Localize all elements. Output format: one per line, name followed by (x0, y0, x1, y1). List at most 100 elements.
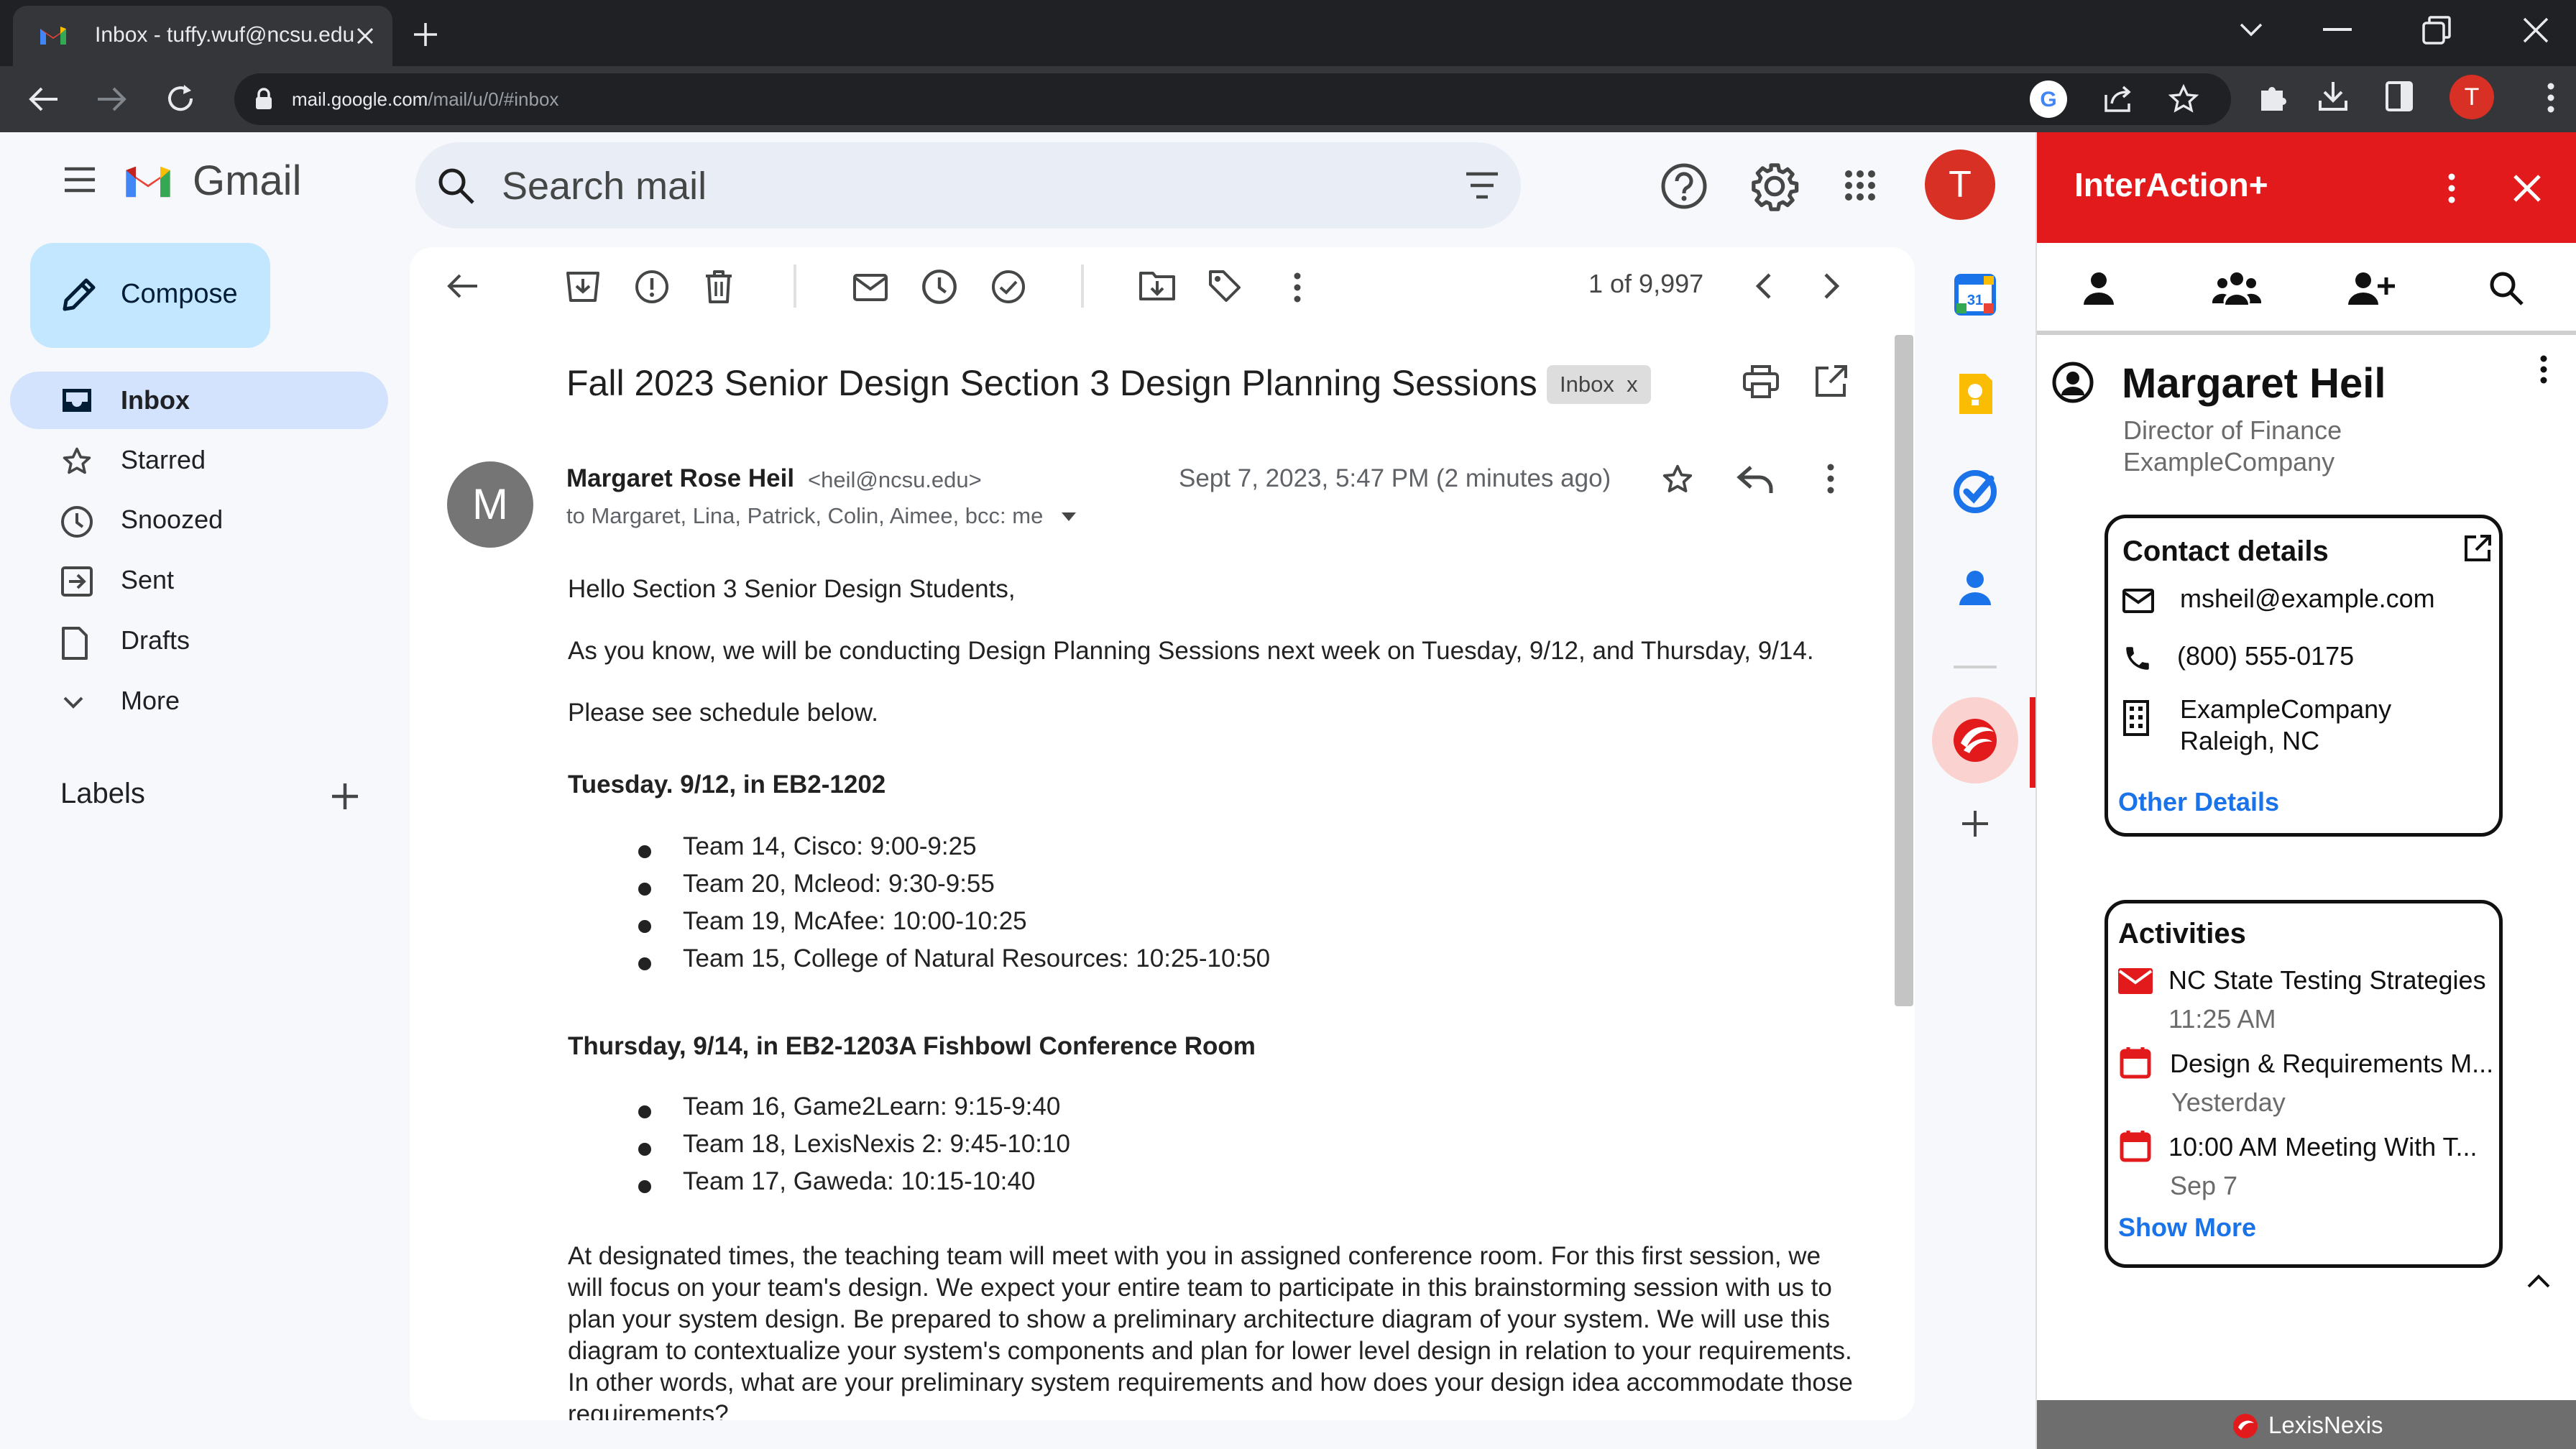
add-app-icon[interactable] (1959, 808, 1991, 840)
settings-gear-icon[interactable] (1749, 161, 1800, 211)
lock-icon[interactable] (254, 88, 273, 111)
close-window-icon[interactable] (2521, 16, 2550, 45)
reply-icon[interactable] (1736, 464, 1774, 494)
snooze-icon[interactable] (921, 269, 957, 305)
person-icon[interactable] (2082, 270, 2116, 306)
phone-icon (2122, 643, 2153, 673)
search-contacts-icon[interactable] (2488, 270, 2524, 306)
nav-label: More (121, 686, 180, 715)
contacts-app-icon[interactable] (1944, 556, 2007, 620)
nav-item-snoozed[interactable]: Snoozed (10, 491, 388, 548)
archive-icon[interactable] (565, 269, 601, 303)
nav-item-starred[interactable]: Starred (10, 431, 388, 489)
nav-item-inbox[interactable]: Inbox (10, 372, 388, 429)
scrollbar-thumb[interactable] (1895, 335, 1913, 1006)
newer-icon[interactable] (1754, 272, 1772, 300)
compose-label: Compose (121, 279, 238, 309)
share-icon[interactable] (2103, 85, 2135, 114)
back-icon[interactable] (27, 85, 59, 114)
window-controls (2238, 0, 2576, 60)
search-input[interactable]: Search mail (502, 164, 707, 208)
add-to-tasks-icon[interactable] (990, 269, 1026, 305)
apps-grid-icon[interactable] (1844, 170, 1876, 201)
back-to-inbox-icon[interactable] (446, 272, 479, 300)
search-icon[interactable] (436, 165, 476, 206)
gmail-logo[interactable]: Gmail (124, 157, 301, 205)
download-icon[interactable] (2317, 79, 2349, 112)
lexisnexis-logo-icon (2232, 1413, 2258, 1439)
tab-close-icon[interactable] (354, 24, 377, 47)
panel-menu-icon[interactable] (2448, 172, 2455, 204)
keep-app-icon[interactable] (1944, 362, 2007, 426)
tab-search-icon[interactable] (2238, 22, 2264, 39)
other-details-link[interactable]: Other Details (2118, 787, 2279, 817)
remove-label-button[interactable]: x (1627, 372, 1638, 397)
report-spam-icon[interactable] (634, 269, 670, 305)
interaction-app-icon[interactable] (1932, 697, 2018, 783)
star-message-icon[interactable] (1660, 463, 1695, 496)
label-chip-text: Inbox (1560, 372, 1614, 397)
open-new-window-icon[interactable] (1813, 364, 1849, 400)
show-details-icon[interactable] (1061, 512, 1077, 522)
move-to-icon[interactable] (1138, 269, 1176, 302)
address-bar[interactable]: mail.google.com/mail/u/0/#inbox G (234, 73, 2231, 125)
contact-email[interactable]: msheil@example.com (2180, 583, 2435, 615)
gmail-m-icon (124, 162, 172, 201)
pager-count: 1 of 9,997 (1588, 269, 1704, 298)
nav-item-drafts[interactable]: Drafts (10, 612, 388, 669)
new-tab-icon[interactable] (411, 20, 440, 49)
open-external-icon[interactable] (2463, 534, 2492, 563)
nav-label: Sent (121, 565, 175, 594)
label-chip[interactable]: Inbox x (1547, 365, 1651, 404)
browser-menu-icon[interactable] (2547, 82, 2554, 114)
reload-icon[interactable] (164, 82, 197, 115)
compose-button[interactable]: Compose (30, 243, 270, 348)
collapse-chevron-up-icon[interactable] (2526, 1272, 2552, 1289)
bullet (638, 845, 651, 858)
calendar-app-icon[interactable]: 31 (1944, 263, 2007, 326)
activities-card: Activities NC State Testing Strategies 1… (2104, 900, 2503, 1268)
delete-icon[interactable] (703, 269, 735, 305)
google-icon[interactable]: G (2030, 80, 2067, 118)
print-icon[interactable] (1742, 364, 1780, 400)
nav-item-more[interactable]: More (10, 672, 388, 730)
nav-item-sent[interactable]: Sent (10, 551, 388, 609)
tuesday-heading: Tuesday. 9/12, in EB2-1202 (568, 770, 886, 799)
extensions-icon[interactable] (2257, 80, 2290, 114)
sender-avatar[interactable]: M (447, 461, 533, 548)
older-icon[interactable] (1823, 272, 1841, 300)
bookmark-star-icon[interactable] (2168, 83, 2199, 115)
show-more-link[interactable]: Show More (2118, 1213, 2256, 1243)
forward-icon[interactable] (96, 85, 128, 114)
activity-title[interactable]: Design & Requirements M... (2170, 1049, 2493, 1079)
label-tag-icon[interactable] (1208, 269, 1242, 303)
help-icon[interactable] (1660, 162, 1708, 210)
group-icon[interactable] (2212, 270, 2261, 306)
activity-title[interactable]: NC State Testing Strategies (2168, 965, 2486, 995)
side-panel-icon[interactable] (2385, 80, 2414, 112)
message-scrollbar[interactable] (1893, 329, 1915, 1420)
email-line: Please see schedule below. (568, 699, 878, 727)
interaction-panel: InterAction+ Margaret Heil Director of F… (2036, 132, 2576, 1449)
sender-name[interactable]: Margaret Rose Heil (566, 464, 794, 493)
main-menu-icon[interactable] (63, 167, 96, 193)
add-label-icon[interactable] (329, 781, 361, 812)
contact-more-icon[interactable] (2540, 355, 2547, 384)
message-more-icon[interactable] (1827, 463, 1834, 494)
close-panel-icon[interactable] (2513, 174, 2542, 203)
mark-unread-icon[interactable] (852, 273, 888, 302)
search-options-icon[interactable] (1465, 171, 1499, 200)
activity-time: Yesterday (2171, 1087, 2286, 1117)
minimize-icon[interactable] (2323, 28, 2352, 32)
tasks-app-icon[interactable] (1944, 460, 2007, 523)
gmail-wordmark: Gmail (193, 157, 302, 204)
restore-icon[interactable] (2421, 14, 2452, 46)
contact-phone[interactable]: (800) 555-0175 (2177, 640, 2354, 672)
activity-title[interactable]: 10:00 AM Meeting With T... (2168, 1132, 2478, 1162)
more-actions-icon[interactable] (1294, 272, 1301, 303)
browser-profile-avatar[interactable]: T (2450, 75, 2494, 119)
search-bar[interactable]: Search mail (415, 142, 1521, 229)
add-person-icon[interactable] (2346, 270, 2395, 306)
browser-tab[interactable]: Inbox - tuffy.wuf@ncsu.edu (13, 6, 392, 66)
svg-text:G: G (2040, 88, 2056, 111)
